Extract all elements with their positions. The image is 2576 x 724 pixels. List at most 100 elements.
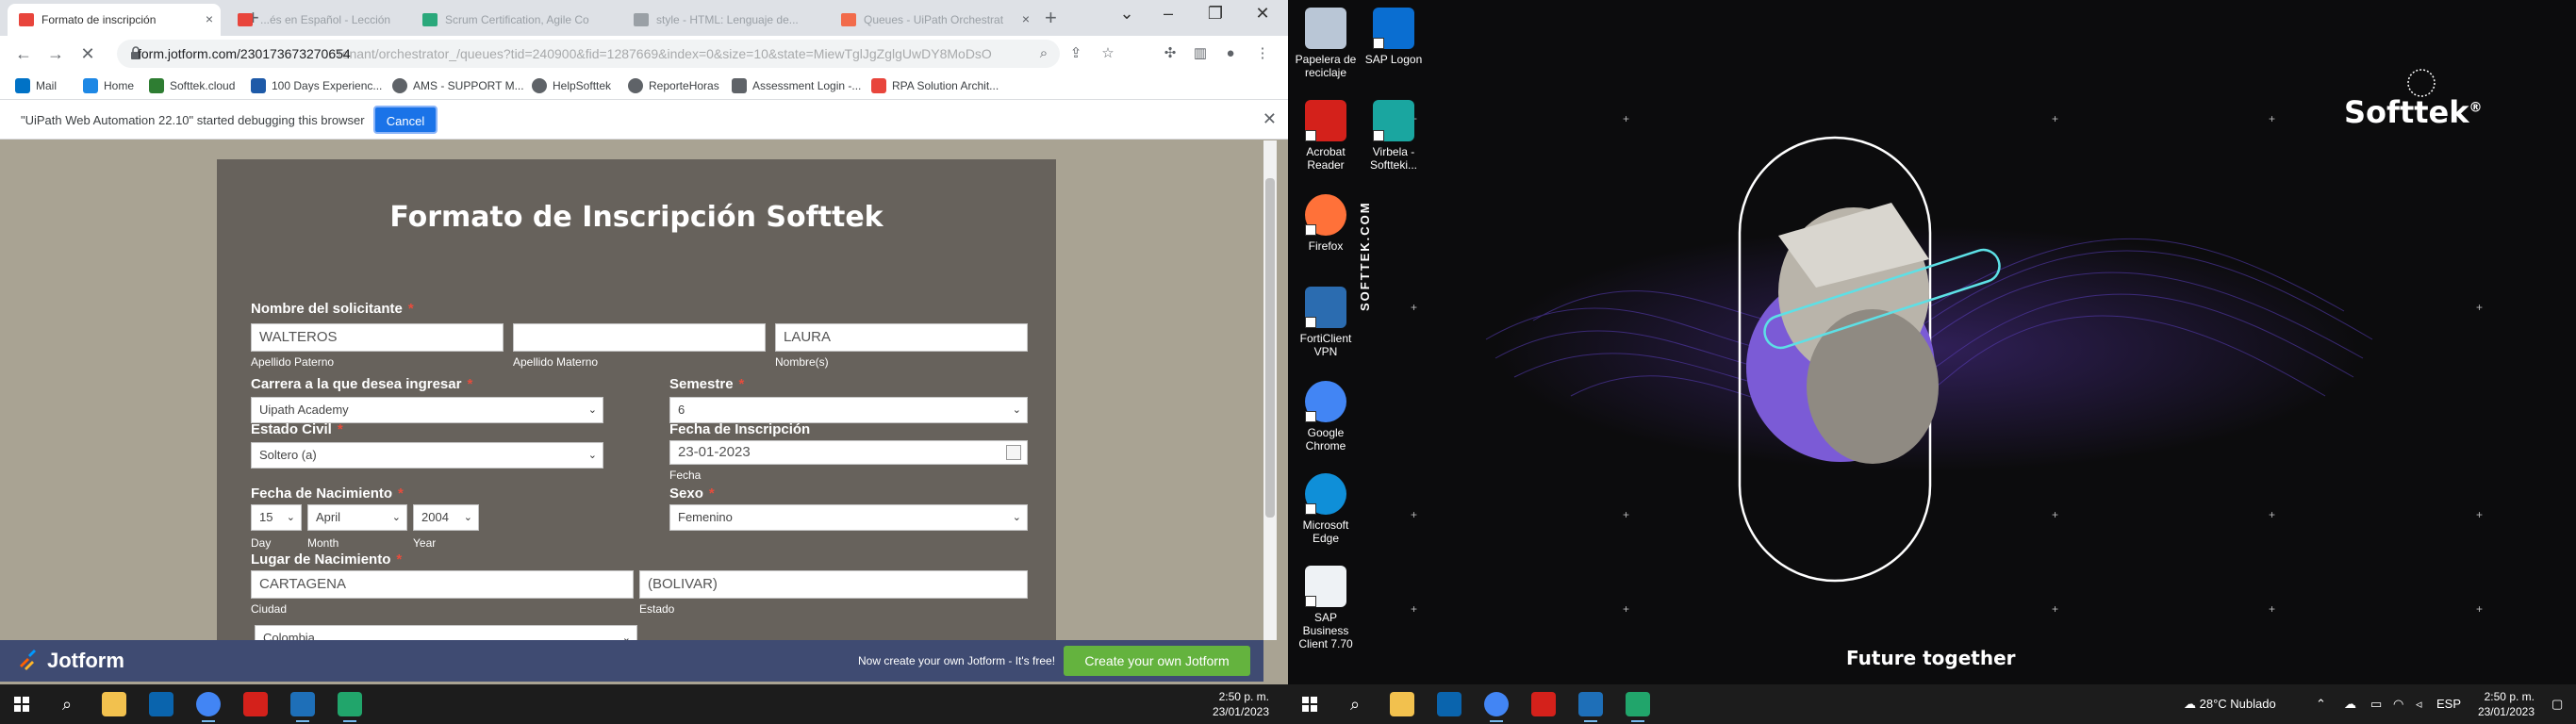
semestre-select[interactable]: 6 ⌄ [669, 397, 1028, 423]
bookmark-home[interactable]: Home [83, 78, 134, 93]
apellido-materno-input[interactable] [513, 323, 766, 352]
apellido-paterno-input[interactable]: WALTEROS [251, 323, 504, 352]
bookmark-softtek-cloud[interactable]: Softtek.cloud [149, 78, 235, 93]
taskbar-clock[interactable]: 2:50 p. m. 23/01/2023 [2478, 689, 2535, 719]
bookmark-rpa-solution[interactable]: RPA Solution Archit... [871, 78, 999, 93]
solicitante-label: Nombre del solicitante * [251, 301, 414, 317]
cancel-debugging-button[interactable]: Cancel [373, 106, 438, 134]
debugging-message: "UiPath Web Automation 22.10" started de… [21, 113, 365, 127]
uipath-studio-icon[interactable] [1626, 692, 1650, 722]
page-scrollbar[interactable] [1263, 140, 1277, 640]
start-button[interactable] [9, 692, 34, 716]
birth-month-select[interactable]: April ⌄ [307, 504, 407, 531]
desktop-icon-forticlient[interactable]: FortiClient VPN [1292, 287, 1360, 358]
forward-button[interactable]: → [45, 44, 66, 64]
desktop-icon-sap-logon[interactable]: SAP Logon [1360, 8, 1428, 66]
ciudad-input[interactable]: CARTAGENA [251, 570, 634, 599]
side-panel-icon[interactable]: ▥ [1192, 45, 1209, 62]
extensions-icon[interactable]: ✣ [1162, 45, 1179, 62]
start-button[interactable] [1297, 692, 1322, 716]
fecha-inscripcion-label: Fecha de Inscripción [669, 421, 811, 437]
softtek-icon [149, 78, 164, 93]
desktop-icon-recycle-bin[interactable]: Papelera de reciclaje [1292, 8, 1360, 79]
chrome-icon[interactable] [1484, 692, 1509, 722]
estado-input[interactable]: (BOLIVAR) [639, 570, 1028, 599]
outlook-icon[interactable] [149, 692, 173, 716]
page-favicon-icon [238, 13, 253, 26]
jotform-promo-text: Now create your own Jotform - It's free! [858, 654, 1056, 667]
weather-widget[interactable]: ☁ 28°C Nublado [2184, 697, 2276, 712]
acrobat-icon[interactable] [1531, 692, 1556, 716]
bookmark-star-icon[interactable]: ☆ [1099, 45, 1116, 62]
uipath-studio-icon[interactable] [338, 692, 362, 722]
outlook-icon[interactable] [1437, 692, 1461, 716]
minimize-button[interactable]: – [1154, 4, 1182, 24]
battery-icon[interactable]: ▭ [2370, 697, 2382, 712]
close-tab-icon[interactable]: × [206, 11, 213, 26]
onedrive-icon[interactable]: ☁ [2344, 697, 2356, 712]
jotform-logo[interactable]: Jotform [17, 649, 124, 673]
softtek-app-icon[interactable] [290, 692, 315, 722]
svg-text:+: + [1411, 602, 1417, 616]
restore-button[interactable]: ❐ [1201, 4, 1230, 24]
tab-html-style[interactable]: style - HTML: Lenguaje de... [622, 4, 811, 36]
bookmark-helpsofttek[interactable]: HelpSofttek [532, 78, 611, 93]
softtek-app-icon[interactable] [1578, 692, 1603, 722]
lugar-nacimiento-label: Lugar de Nacimiento * [251, 551, 403, 568]
tab-search-chevron-icon[interactable]: ⌄ [1113, 4, 1141, 24]
acrobat-icon[interactable] [243, 692, 268, 716]
calendar-icon[interactable] [1006, 445, 1021, 460]
menu-kebab-icon[interactable]: ⋮ [1254, 45, 1271, 62]
pais-select[interactable]: Colombia ⌄ [255, 625, 637, 640]
bookmark-100-days[interactable]: 100 Days Experienc... [251, 78, 382, 93]
close-tab-icon[interactable]: × [1022, 11, 1030, 26]
tab-scrum[interactable]: Scrum Certification, Agile Co [411, 4, 600, 36]
sexo-select[interactable]: Femenino ⌄ [669, 504, 1028, 531]
back-button[interactable]: ← [13, 44, 34, 64]
desktop-icon-firefox[interactable]: Firefox [1292, 194, 1360, 253]
tab-uipath-queues[interactable]: Queues - UiPath Orchestrat × [830, 4, 1037, 36]
file-explorer-icon[interactable] [102, 692, 126, 716]
volume-icon[interactable]: ◃ [2416, 697, 2422, 712]
desktop-icon-edge[interactable]: Microsoft Edge [1292, 473, 1360, 545]
day-sublabel: Day [251, 536, 272, 550]
form-card: Formato de Inscripción Softtek Nombre de… [217, 159, 1056, 640]
scrollbar-thumb[interactable] [1265, 178, 1275, 518]
close-window-button[interactable]: ✕ [1248, 4, 1277, 24]
profile-avatar-icon[interactable]: ● [1222, 45, 1239, 62]
fecha-inscripcion-input[interactable]: 23-01-2023 [669, 440, 1028, 465]
carrera-select[interactable]: Uipath Academy ⌄ [251, 397, 603, 423]
bookmark-assessment-login[interactable]: Assessment Login -... [732, 78, 861, 93]
file-explorer-icon[interactable] [1390, 692, 1414, 716]
notifications-icon[interactable]: ▢ [2551, 697, 2563, 712]
taskbar-clock[interactable]: 2:50 p. m. 23/01/2023 [1213, 689, 1269, 719]
bookmark-reportehoras[interactable]: ReporteHoras [628, 78, 719, 93]
chrome-icon[interactable] [196, 692, 221, 722]
softtek-brand-logo: Softtek® [2344, 94, 2483, 130]
birth-day-select[interactable]: 15 ⌄ [251, 504, 302, 531]
language-indicator[interactable]: ESP [2436, 697, 2461, 711]
zoom-icon[interactable]: ⌕ [1035, 45, 1052, 62]
tab-espanol[interactable]: ...és en Español - Lección [226, 4, 405, 36]
share-icon[interactable]: ⇪ [1067, 45, 1084, 62]
close-infobar-icon[interactable]: ✕ [1263, 109, 1277, 129]
tab-formato-inscripcion[interactable]: Formato de inscripción × [8, 4, 221, 36]
desktop-icon-virbela[interactable]: Virbela - Softteki... [1360, 100, 1428, 172]
search-icon[interactable]: ⌕ [55, 692, 79, 716]
birth-year-select[interactable]: 2004 ⌄ [413, 504, 479, 531]
address-bar[interactable]: form.jotform.com/230173673270654 ...Tena… [117, 40, 1060, 68]
estado-civil-select[interactable]: Soltero (a) ⌄ [251, 442, 603, 469]
search-icon[interactable]: ⌕ [1343, 692, 1367, 716]
chevron-down-icon: ⌄ [1012, 512, 1021, 523]
desktop-icon-sap-business-client[interactable]: SAP Business Client 7.70 [1292, 566, 1360, 650]
desktop-icon-chrome[interactable]: Google Chrome [1292, 381, 1360, 452]
create-jotform-button[interactable]: Create your own Jotform [1064, 646, 1250, 676]
network-icon[interactable]: ◠ [2393, 697, 2403, 712]
new-tab-button[interactable]: + [1045, 6, 1057, 30]
tray-chevron-icon[interactable]: ⌃ [2316, 697, 2326, 712]
nombres-input[interactable]: LAURA [775, 323, 1028, 352]
stop-loading-button[interactable]: ✕ [77, 44, 98, 64]
bookmark-ams-support[interactable]: AMS - SUPPORT M... [392, 78, 524, 93]
desktop-icon-acrobat[interactable]: Acrobat Reader [1292, 100, 1360, 172]
bookmark-mail[interactable]: Mail [15, 78, 57, 93]
